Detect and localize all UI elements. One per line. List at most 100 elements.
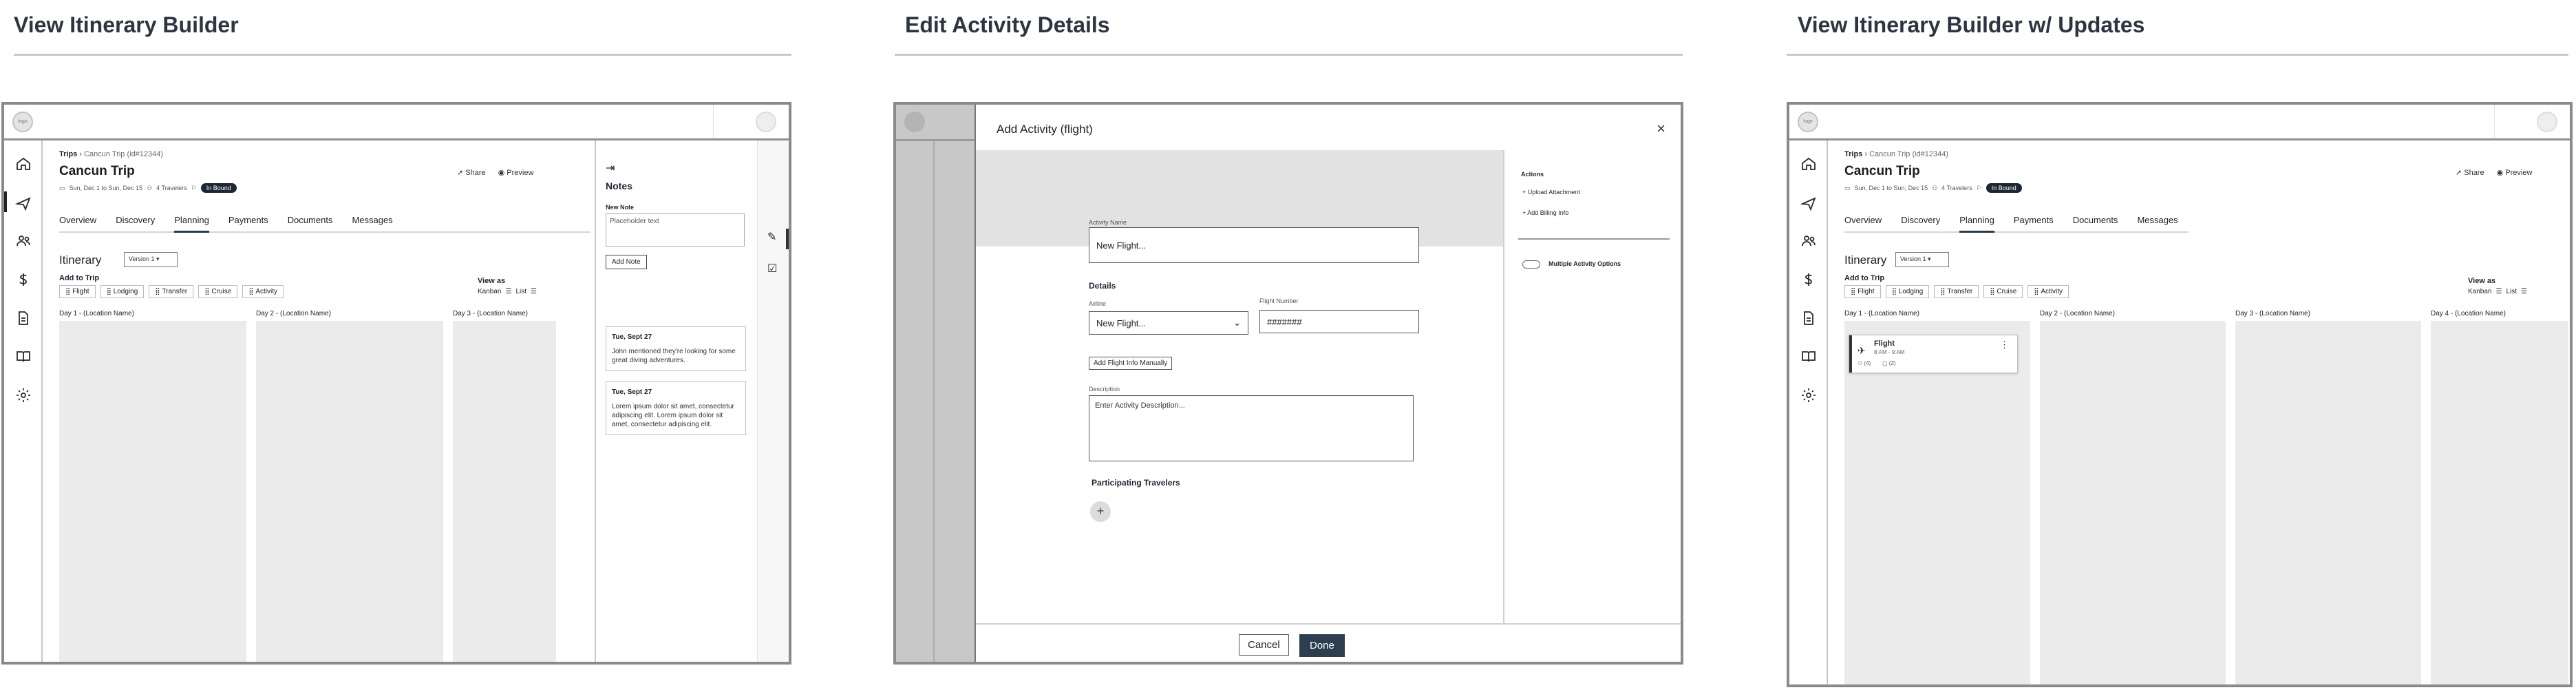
traveler-count: 4 Travelers [1941, 185, 1972, 191]
add-note-button[interactable]: Add Note [606, 255, 647, 269]
new-note-input[interactable]: Placeholder text [606, 213, 745, 247]
add-flight-button[interactable]: ⣿ Flight [1844, 285, 1881, 298]
kanban-icon[interactable]: ☰ [505, 288, 511, 295]
app-window-updated: logo Trips › Cancun Trip (id#12344) Canc… [1787, 102, 2573, 687]
add-transfer-button[interactable]: ⣿ Transfer [149, 285, 194, 298]
add-activity-modal: Add Activity (flight) × Activity Name Ne… [975, 105, 1681, 662]
users-icon[interactable] [15, 233, 32, 249]
breadcrumb-root[interactable]: Trips [59, 150, 77, 158]
add-activity-button[interactable]: ⣿ Activity [242, 285, 284, 298]
page-title: Cancun Trip [1844, 164, 1920, 178]
preview-button[interactable]: ◉ Preview [2497, 168, 2533, 177]
note-text: John mentioned they're looking for some … [612, 348, 736, 364]
version-select[interactable]: Version 1 ▾ [124, 252, 178, 267]
view-list[interactable]: List [515, 288, 526, 295]
checklist-icon[interactable]: ☑ [767, 262, 777, 275]
tab-documents[interactable]: Documents [288, 209, 333, 233]
add-cruise-button[interactable]: ⣿ Cruise [1983, 285, 2023, 298]
view-kanban[interactable]: Kanban [2468, 288, 2491, 295]
add-activity-button[interactable]: ⣿ Activity [2027, 285, 2069, 298]
plane-icon[interactable] [14, 194, 32, 211]
description-input[interactable]: Enter Activity Description... [1089, 395, 1414, 461]
add-lodging-button[interactable]: ⣿ Lodging [100, 285, 145, 298]
add-traveler-button[interactable]: + [1090, 501, 1111, 522]
app-window: logo Trips › Cancun Trip (id#12344) Canc… [1, 102, 791, 665]
tab-overview[interactable]: Overview [59, 209, 96, 233]
add-transfer-button[interactable]: ⣿ Transfer [1934, 285, 1979, 298]
top-bar-user-area [713, 105, 789, 138]
view-options: Kanban ☰ List ☰ [2468, 288, 2527, 295]
flag-icon: ⚐ [1976, 184, 1982, 191]
share-button[interactable]: ➚ Share [2456, 168, 2484, 177]
day-column[interactable] [59, 321, 246, 662]
dollar-icon[interactable] [15, 271, 32, 288]
users-icon[interactable] [1800, 233, 1817, 249]
add-lodging-button[interactable]: ⣿ Lodging [1885, 285, 1930, 298]
flight-activity-card[interactable]: ✈ Flight 8:AM - 9:AM ⚇ (4) ▢ (2) ⋮ [1849, 335, 2018, 373]
add-billing-action[interactable]: + Add Billing Info [1522, 209, 1568, 216]
tab-overview[interactable]: Overview [1844, 209, 1882, 233]
logo[interactable]: logo [12, 112, 33, 132]
view-kanban[interactable]: Kanban [478, 288, 501, 295]
flight-number-input[interactable]: ####### [1259, 310, 1419, 333]
home-icon[interactable] [1800, 156, 1817, 172]
breadcrumb-root[interactable]: Trips [1844, 150, 1862, 158]
tab-planning[interactable]: Planning [174, 209, 209, 233]
upload-attachment-action[interactable]: + Upload Attachment [1522, 189, 1580, 196]
user-avatar[interactable] [2537, 112, 2557, 132]
home-icon[interactable] [15, 156, 32, 172]
document-icon[interactable] [1800, 310, 1817, 326]
day-header: Day 2 - (Location Name) [2040, 310, 2115, 317]
calendar-icon: ▭ [1844, 184, 1851, 191]
day-column[interactable] [1844, 321, 2030, 684]
tab-discovery[interactable]: Discovery [1901, 209, 1940, 233]
kanban-icon[interactable]: ☰ [2495, 288, 2502, 295]
collapse-icon[interactable]: ⇥ [606, 161, 615, 175]
day-column[interactable] [2235, 321, 2421, 684]
book-icon[interactable] [1800, 348, 1817, 365]
multiple-options-toggle[interactable] [1522, 260, 1540, 269]
version-select[interactable]: Version 1 ▾ [1895, 252, 1949, 267]
more-options-icon[interactable]: ⋮ [2000, 339, 2009, 351]
airline-label: Airline [1089, 300, 1107, 307]
logo[interactable]: logo [1798, 112, 1818, 132]
user-avatar[interactable] [756, 112, 776, 132]
done-button[interactable]: Done [1299, 634, 1345, 657]
notes-icon[interactable]: ✎ [767, 230, 776, 244]
dollar-icon[interactable] [1800, 271, 1817, 288]
book-icon[interactable] [15, 348, 32, 365]
tab-documents[interactable]: Documents [2073, 209, 2118, 233]
tab-discovery[interactable]: Discovery [116, 209, 155, 233]
tab-messages[interactable]: Messages [2137, 209, 2178, 233]
add-flight-button[interactable]: ⣿ Flight [59, 285, 96, 298]
preview-button[interactable]: ◉ Preview [498, 168, 534, 177]
add-flight-info-button[interactable]: Add Flight Info Manually [1089, 357, 1173, 370]
tab-payments[interactable]: Payments [2014, 209, 2054, 233]
activity-name-input[interactable]: New Flight... [1089, 227, 1419, 263]
add-cruise-button[interactable]: ⣿ Cruise [198, 285, 238, 298]
card-time: 8:AM - 9:AM [1874, 349, 1905, 355]
plane-icon[interactable] [1800, 194, 1817, 211]
note-card: Tue, Sept 27 John mentioned they're look… [606, 326, 746, 371]
day-column[interactable] [2040, 321, 2226, 684]
tab-messages[interactable]: Messages [352, 209, 392, 233]
dimmed-logo [904, 112, 925, 132]
day-column[interactable] [453, 321, 556, 662]
close-icon[interactable]: × [1657, 120, 1665, 138]
itinerary-label: Itinerary [59, 253, 102, 266]
gear-icon[interactable] [1800, 387, 1817, 404]
tab-payments[interactable]: Payments [228, 209, 268, 233]
tab-planning[interactable]: Planning [1959, 209, 1994, 233]
share-button[interactable]: ➚ Share [457, 168, 486, 177]
day-column[interactable] [256, 321, 443, 662]
cancel-button[interactable]: Cancel [1239, 634, 1289, 656]
day-column[interactable] [2431, 321, 2568, 684]
list-icon[interactable]: ☰ [2521, 288, 2527, 295]
list-icon[interactable]: ☰ [531, 288, 537, 295]
document-icon[interactable] [15, 310, 32, 326]
chip-label: Transfer [162, 288, 188, 295]
plane-icon: ✈ [1858, 345, 1866, 356]
gear-icon[interactable] [15, 387, 32, 404]
airline-select[interactable]: New Flight... ⌄ [1089, 311, 1248, 335]
view-list[interactable]: List [2506, 288, 2517, 295]
